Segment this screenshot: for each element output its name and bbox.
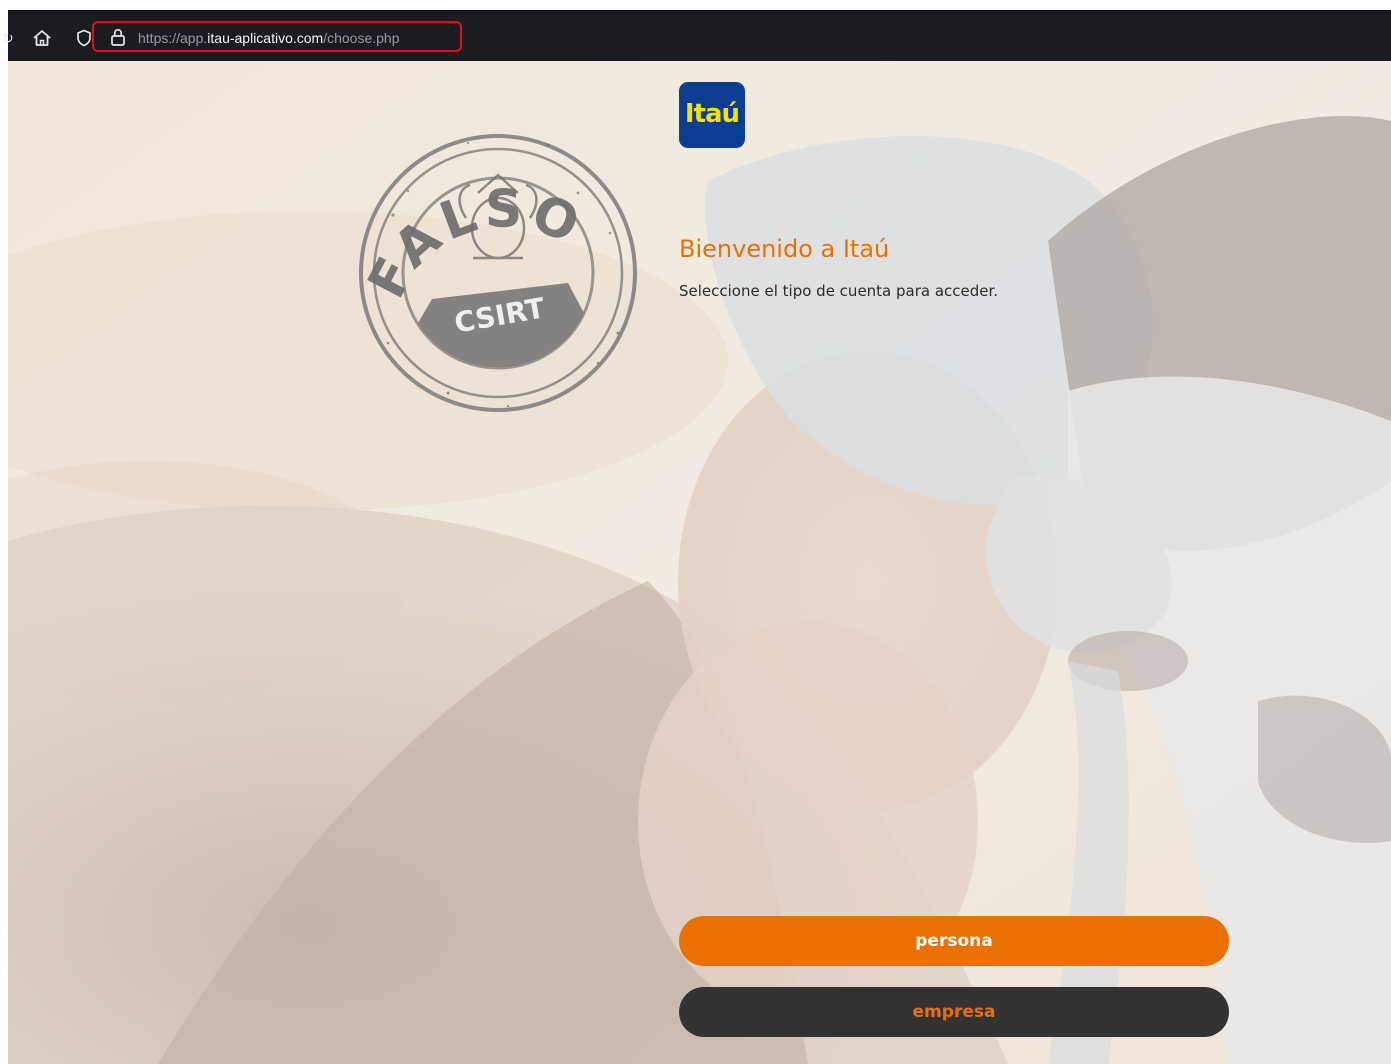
window-left-edge [0,0,8,1064]
browser-window: ↻ https://app.itau-aplicativo.com/choose… [0,0,1391,1064]
empresa-button[interactable]: empresa [679,987,1229,1037]
refresh-icon[interactable]: ↻ [2,32,14,46]
falso-csirt-stamp: FALSO CSIRT [357,134,637,412]
itau-logo: Itaú [679,82,745,148]
shield-icon[interactable] [76,29,92,47]
page-subtitle: Seleccione el tipo de cuenta para accede… [679,282,999,300]
background-overlay [8,61,1391,1064]
page-title: Bienvenido a Itaú [679,235,890,263]
url-host: itau-aplicativo.com [207,30,324,46]
page-content: FALSO CSIRT Itaú Bienvenido a Itaú Selec… [8,61,1391,1064]
window-top-edge [0,0,1391,10]
persona-button[interactable]: persona [679,916,1229,966]
address-bar[interactable]: https://app.itau-aplicativo.com/choose.p… [92,21,462,52]
url-prefix: https://app. [138,30,208,46]
lock-icon[interactable] [110,28,126,46]
home-icon[interactable] [32,29,52,47]
url-text[interactable]: https://app.itau-aplicativo.com/choose.p… [138,30,400,46]
logo-text: Itaú [684,99,740,129]
url-path: /choose.php [323,30,400,46]
browser-toolbar: ↻ https://app.itau-aplicativo.com/choose… [2,10,1391,61]
